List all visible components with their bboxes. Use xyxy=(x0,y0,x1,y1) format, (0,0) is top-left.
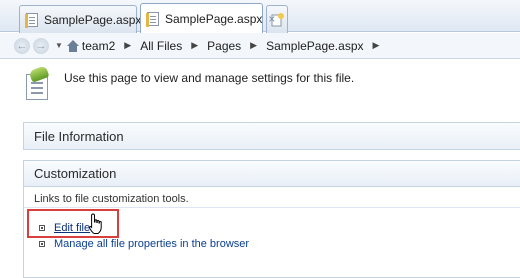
tab-label: SamplePage.aspx xyxy=(165,11,263,26)
breadcrumb-samplepage[interactable]: SamplePage.aspx xyxy=(266,39,363,53)
close-icon[interactable]: × xyxy=(268,13,275,25)
aspx-page-icon xyxy=(146,11,159,27)
customization-title: Customization xyxy=(24,161,520,187)
settings-page-icon xyxy=(22,65,52,102)
breadcrumb-separator-icon[interactable]: ▶ xyxy=(250,40,257,51)
breadcrumb-separator-icon[interactable]: ▶ xyxy=(191,40,198,51)
tab-samplepage-2[interactable]: SamplePage.aspx × xyxy=(140,3,275,33)
breadcrumb-bar: ← → ▼ team2 ▶ All Files ▶ Pages ▶ Sample… xyxy=(0,33,520,59)
aspx-page-icon xyxy=(25,12,38,28)
back-arrow-icon[interactable]: ← xyxy=(14,37,30,54)
tab-samplepage-1[interactable]: SamplePage.aspx xyxy=(19,5,141,33)
file-information-section: File Information xyxy=(23,122,520,150)
customization-description: Links to file customization tools. xyxy=(24,187,520,208)
bullet-icon xyxy=(39,224,45,231)
forward-arrow-icon[interactable]: → xyxy=(33,37,49,54)
file-information-title: File Information xyxy=(24,123,520,149)
history-dropdown-icon[interactable]: ▼ xyxy=(55,41,63,50)
breadcrumb-separator-icon[interactable]: ▶ xyxy=(373,40,380,51)
breadcrumb-pages[interactable]: Pages xyxy=(207,39,241,53)
tab-label: SamplePage.aspx xyxy=(44,12,142,27)
bullet-icon xyxy=(39,240,45,247)
page-header: Use this page to view and manage setting… xyxy=(22,65,355,102)
breadcrumb-all-files[interactable]: All Files xyxy=(140,39,182,53)
list-item: Edit file xyxy=(39,220,520,235)
page-description: Use this page to view and manage setting… xyxy=(64,71,355,85)
tab-strip: SamplePage.aspx SamplePage.aspx × xyxy=(0,0,520,33)
hand-cursor-icon xyxy=(89,213,102,234)
manage-file-properties-link[interactable]: Manage all file properties in the browse… xyxy=(54,238,249,250)
site-icon xyxy=(66,39,79,52)
breadcrumb-team2[interactable]: team2 xyxy=(82,39,115,53)
list-item: Manage all file properties in the browse… xyxy=(39,236,520,251)
edit-file-link[interactable]: Edit file xyxy=(54,222,90,234)
breadcrumb-separator-icon[interactable]: ▶ xyxy=(124,40,131,51)
